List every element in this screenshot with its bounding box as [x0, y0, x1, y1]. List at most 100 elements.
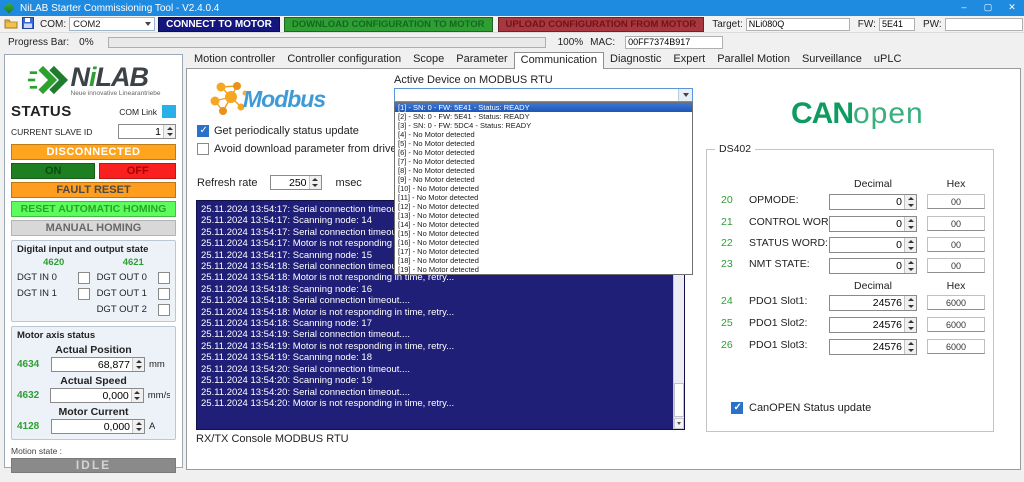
spin-down-icon[interactable] [905, 303, 916, 310]
status-update-checkbox-row[interactable]: Get periodically status update [197, 125, 359, 137]
opmode-decimal[interactable] [830, 195, 904, 209]
save-icon[interactable] [22, 17, 34, 32]
spin-down-icon[interactable] [310, 183, 321, 190]
device-option[interactable]: [17] - No Motor detected [395, 247, 692, 256]
dgt-out-2-checkbox[interactable] [158, 304, 170, 316]
spin-up-icon[interactable] [905, 238, 916, 245]
device-option[interactable]: [5] - No Motor detected [395, 139, 692, 148]
pw-input[interactable] [945, 18, 1023, 31]
actual-position-stepper[interactable] [51, 357, 145, 372]
spin-down-icon[interactable] [905, 347, 916, 354]
device-option[interactable]: [19] - No Motor detected [395, 265, 692, 274]
status-word-stepper[interactable] [829, 237, 917, 253]
slave-id-value[interactable] [119, 125, 163, 138]
minimize-button[interactable]: – [952, 0, 976, 16]
spin-down-icon[interactable] [905, 245, 916, 252]
spin-up-icon[interactable] [905, 318, 916, 325]
device-option[interactable]: [10] - No Motor detected [395, 184, 692, 193]
tab-surveillance[interactable]: Surveillance [796, 52, 868, 68]
close-button[interactable]: ✕ [1000, 0, 1024, 16]
canopen-status-update-row[interactable]: CanOPEN Status update [731, 402, 871, 414]
refresh-rate-stepper[interactable] [270, 175, 322, 190]
slave-id-stepper[interactable] [118, 124, 176, 139]
device-option[interactable]: [1] - SN: 0 - FW: 5E41 - Status: READY [395, 103, 692, 112]
fault-reset-button[interactable]: FAULT RESET [11, 182, 176, 198]
device-option[interactable]: [12] - No Motor detected [395, 202, 692, 211]
dgt-in-1-checkbox[interactable] [78, 288, 90, 300]
control-word-stepper[interactable] [829, 216, 917, 232]
device-option[interactable]: [3] - SN: 0 - FW: 5DC4 - Status: READY [395, 121, 692, 130]
manual-homing-button[interactable]: MANUAL HOMING [11, 220, 176, 236]
spin-up-icon[interactable] [905, 217, 916, 224]
upload-configuration-button[interactable]: UPLOAD CONFIGURATION FROM MOTOR [498, 17, 705, 32]
spin-up-icon[interactable] [905, 259, 916, 266]
device-option[interactable]: [16] - No Motor detected [395, 238, 692, 247]
device-option[interactable]: [15] - No Motor detected [395, 229, 692, 238]
status-update-checkbox[interactable] [197, 125, 209, 137]
device-option[interactable]: [11] - No Motor detected [395, 193, 692, 202]
dgt-in-0-checkbox[interactable] [78, 272, 90, 284]
pdo1-slot3-decimal[interactable] [830, 340, 904, 354]
spin-down-icon[interactable] [905, 202, 916, 209]
nmt-state-stepper[interactable] [829, 258, 917, 274]
tab-diagnostic[interactable]: Diagnostic [604, 52, 667, 68]
device-option[interactable]: [8] - No Motor detected [395, 166, 692, 175]
mac-input[interactable] [625, 36, 723, 49]
dgt-out-1-checkbox[interactable] [158, 288, 170, 300]
status-word-decimal[interactable] [830, 238, 904, 252]
on-button[interactable]: ON [11, 163, 95, 179]
tab-communication[interactable]: Communication [514, 52, 604, 69]
spin-down-icon[interactable] [133, 427, 144, 434]
canopen-status-update-checkbox[interactable] [731, 402, 743, 414]
spin-up-icon[interactable] [905, 195, 916, 202]
scrollbar-thumb[interactable] [674, 383, 684, 417]
avoid-download-checkbox-row[interactable]: Avoid download parameter from drive [197, 143, 397, 155]
tab-motion-controller[interactable]: Motion controller [188, 52, 281, 68]
actual-speed-stepper[interactable] [50, 388, 144, 403]
disconnected-status-button[interactable]: DISCONNECTED [11, 144, 176, 160]
spin-down-icon[interactable] [905, 325, 916, 332]
spin-up-icon[interactable] [905, 340, 916, 347]
motor-current-stepper[interactable] [51, 419, 145, 434]
connect-to-motor-button[interactable]: CONNECT TO MOTOR [158, 17, 280, 32]
pdo1-slot1-decimal[interactable] [830, 296, 904, 310]
device-option[interactable]: [4] - No Motor detected [395, 130, 692, 139]
scroll-down-icon[interactable] [674, 418, 684, 429]
reset-automatic-homing-button[interactable]: RESET AUTOMATIC HOMING [11, 201, 176, 217]
maximize-button[interactable]: ▢ [976, 0, 1000, 16]
tab-uplc[interactable]: uPLC [868, 52, 908, 68]
device-option[interactable]: [9] - No Motor detected [395, 175, 692, 184]
control-word-decimal[interactable] [830, 217, 904, 231]
tab-expert[interactable]: Expert [667, 52, 711, 68]
spin-up-icon[interactable] [905, 296, 916, 303]
device-dropdown-arrow-icon[interactable] [678, 89, 692, 101]
tab-parallel-motion[interactable]: Parallel Motion [711, 52, 796, 68]
active-device-select[interactable] [394, 88, 693, 102]
dgt-out-0-checkbox[interactable] [158, 272, 170, 284]
spin-down-icon[interactable] [164, 132, 175, 139]
refresh-rate-value[interactable] [271, 176, 309, 189]
device-option[interactable]: [18] - No Motor detected [395, 256, 692, 265]
open-folder-icon[interactable] [4, 17, 18, 32]
pdo1-slot2-stepper[interactable] [829, 317, 917, 333]
spin-down-icon[interactable] [905, 224, 916, 231]
fw-input[interactable] [879, 18, 915, 31]
tab-scope[interactable]: Scope [407, 52, 450, 68]
target-input[interactable] [746, 18, 850, 31]
device-option[interactable]: [13] - No Motor detected [395, 211, 692, 220]
off-button[interactable]: OFF [99, 163, 176, 179]
device-option[interactable]: [14] - No Motor detected [395, 220, 692, 229]
pdo1-slot2-decimal[interactable] [830, 318, 904, 332]
download-configuration-button[interactable]: DOWNLOAD CONFIGURATION TO MOTOR [284, 17, 493, 32]
actual-position-value[interactable] [52, 358, 132, 371]
spin-down-icon[interactable] [905, 266, 916, 273]
pdo1-slot1-stepper[interactable] [829, 295, 917, 311]
tab-controller-configuration[interactable]: Controller configuration [281, 52, 407, 68]
spin-down-icon[interactable] [132, 396, 143, 403]
com-port-select[interactable]: COM2 [69, 17, 155, 31]
actual-speed-value[interactable] [51, 389, 131, 402]
device-option[interactable]: [6] - No Motor detected [395, 148, 692, 157]
pdo1-slot3-stepper[interactable] [829, 339, 917, 355]
device-option[interactable]: [2] - SN: 0 - FW: 5E41 - Status: READY [395, 112, 692, 121]
avoid-download-checkbox[interactable] [197, 143, 209, 155]
